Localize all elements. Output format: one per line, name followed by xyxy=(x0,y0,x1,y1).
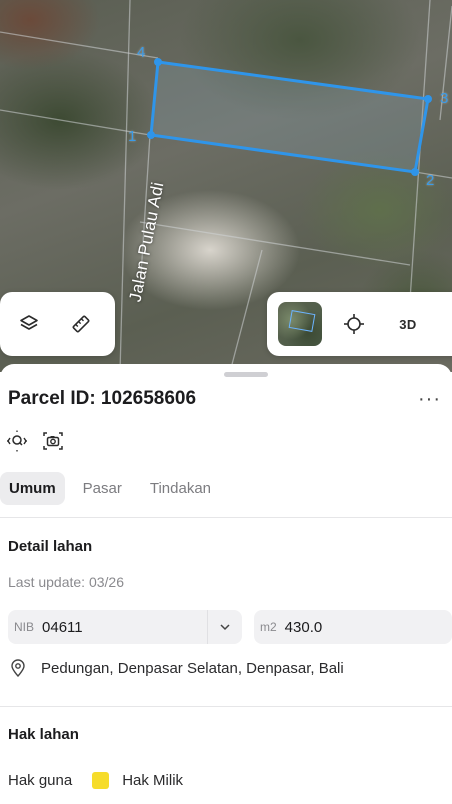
layers-button[interactable] xyxy=(6,301,52,347)
map-tools-right: 3D xyxy=(267,292,452,356)
divider xyxy=(0,517,452,518)
more-options-button[interactable]: ··· xyxy=(418,388,441,411)
area-value: 430.0 xyxy=(284,618,323,636)
divider xyxy=(0,706,452,707)
nib-prefix: NIB xyxy=(14,620,35,634)
parcel-title: Parcel ID: 102658606 xyxy=(8,388,197,409)
satellite-map[interactable]: 4 3 2 1 Jalan Pulau Adi 3D xyxy=(0,0,452,372)
view-3d-label: 3D xyxy=(399,316,417,332)
address-text: Pedungan, Denpasar Selatan, Denpasar, Ba… xyxy=(41,659,344,677)
rights-label: Hak guna xyxy=(8,772,73,789)
vertex-label-2: 2 xyxy=(426,172,435,189)
last-update-text: Last update: 03/26 xyxy=(8,574,124,590)
satellite-thumbnail xyxy=(278,302,322,346)
locate-button[interactable] xyxy=(331,301,377,347)
camera-icon xyxy=(43,432,63,450)
area-field: m2 430.0 xyxy=(254,610,452,644)
view-3d-button[interactable]: 3D xyxy=(385,301,431,347)
layers-icon xyxy=(20,315,38,330)
sheet-drag-handle[interactable] xyxy=(224,372,268,377)
focus-search-icon xyxy=(7,430,27,452)
chevron-down-icon[interactable] xyxy=(207,610,242,644)
parcel-actions xyxy=(6,430,64,452)
vertex-marker-2 xyxy=(411,168,419,176)
nib-value: 04611 xyxy=(42,618,83,636)
selected-parcel-polygon[interactable] xyxy=(149,60,430,174)
zoom-to-parcel-button[interactable] xyxy=(6,430,28,452)
crosshair-icon xyxy=(344,314,364,334)
rights-row: Hak guna Hak Milik xyxy=(8,772,183,789)
parcel-detail-sheet: Parcel ID: 102658606 ··· Umum Pasar Tind… xyxy=(0,364,452,804)
vertex-label-4: 4 xyxy=(137,44,146,61)
vertex-marker-4 xyxy=(154,58,162,66)
rights-value: Hak Milik xyxy=(122,772,184,789)
measure-button[interactable] xyxy=(58,301,104,347)
rights-heading: Hak lahan xyxy=(8,726,79,743)
tab-umum[interactable]: Umum xyxy=(0,472,65,505)
tab-bar: Umum Pasar Tindakan xyxy=(0,472,229,505)
vertex-label-1: 1 xyxy=(128,128,137,145)
location-pin-icon xyxy=(11,659,25,678)
area-prefix: m2 xyxy=(260,620,277,634)
basemap-toggle-button[interactable] xyxy=(277,301,323,347)
rights-color-swatch xyxy=(92,772,110,789)
detail-heading: Detail lahan xyxy=(8,538,93,555)
vertex-label-3: 3 xyxy=(440,90,449,107)
tab-pasar[interactable]: Pasar xyxy=(73,472,132,505)
nib-select[interactable]: NIB 04611 xyxy=(8,610,242,644)
vertex-marker-1 xyxy=(147,131,155,139)
map-tools-left xyxy=(0,292,115,356)
tab-tindakan[interactable]: Tindakan xyxy=(140,472,221,505)
ruler-icon xyxy=(72,315,90,333)
screenshot-button[interactable] xyxy=(42,430,64,452)
vertex-marker-3 xyxy=(424,95,432,103)
address-row: Pedungan, Denpasar Selatan, Denpasar, Ba… xyxy=(8,658,344,678)
